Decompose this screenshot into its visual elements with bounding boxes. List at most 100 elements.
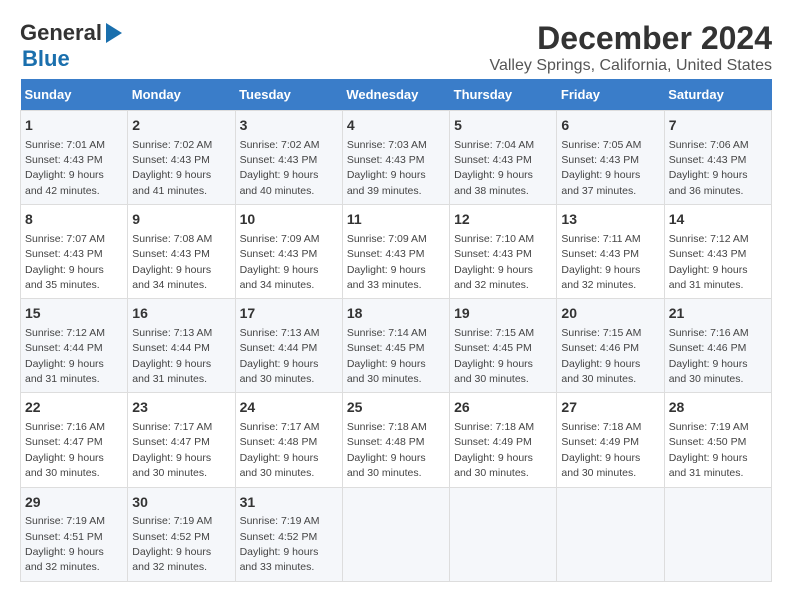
calendar-cell: 28 Sunrise: 7:19 AM Sunset: 4:50 PM Dayli… — [664, 393, 771, 487]
day-detail: Sunrise: 7:19 AM Sunset: 4:52 PM Dayligh… — [240, 515, 320, 573]
day-detail: Sunrise: 7:13 AM Sunset: 4:44 PM Dayligh… — [240, 327, 320, 385]
day-number: 13 — [561, 210, 659, 230]
calendar-week-row: 8Sunrise: 7:07 AM Sunset: 4:43 PM Daylig… — [21, 205, 772, 299]
calendar-week-row: 29Sunrise: 7:19 AM Sunset: 4:51 PM Dayli… — [21, 487, 772, 581]
calendar-week-row: 1Sunrise: 7:01 AM Sunset: 4:43 PM Daylig… — [21, 111, 772, 205]
day-detail: Sunrise: 7:16 AM Sunset: 4:47 PM Dayligh… — [25, 421, 105, 479]
day-detail: Sunrise: 7:08 AM Sunset: 4:43 PM Dayligh… — [132, 233, 212, 291]
calendar-cell: 18Sunrise: 7:14 AM Sunset: 4:45 PM Dayli… — [342, 299, 449, 393]
day-detail: Sunrise: 7:09 AM Sunset: 4:43 PM Dayligh… — [240, 233, 320, 291]
calendar-cell: 22Sunrise: 7:16 AM Sunset: 4:47 PM Dayli… — [21, 393, 128, 487]
day-detail: Sunrise: 7:15 AM Sunset: 4:46 PM Dayligh… — [561, 327, 641, 385]
day-number: 24 — [240, 398, 338, 418]
day-detail: Sunrise: 7:15 AM Sunset: 4:45 PM Dayligh… — [454, 327, 534, 385]
day-detail: Sunrise: 7:02 AM Sunset: 4:43 PM Dayligh… — [240, 139, 320, 197]
day-number: 6 — [561, 116, 659, 136]
day-number: 16 — [132, 304, 230, 324]
day-detail: Sunrise: 7:11 AM Sunset: 4:43 PM Dayligh… — [561, 233, 640, 291]
calendar-cell: 13 Sunrise: 7:11 AM Sunset: 4:43 PM Dayli… — [557, 205, 664, 299]
day-number: 14 — [669, 210, 767, 230]
logo-blue-text: Blue — [22, 46, 70, 71]
day-number: 19 — [454, 304, 552, 324]
calendar-cell: 14Sunrise: 7:12 AM Sunset: 4:43 PM Dayli… — [664, 205, 771, 299]
day-number: 27 — [561, 398, 659, 418]
day-number: 23 — [132, 398, 230, 418]
calendar-table: SundayMondayTuesdayWednesdayThursdayFrid… — [20, 79, 772, 582]
day-detail: Sunrise: 7:13 AM Sunset: 4:44 PM Dayligh… — [132, 327, 212, 385]
calendar-cell: 30Sunrise: 7:19 AM Sunset: 4:52 PM Dayli… — [128, 487, 235, 581]
calendar-header-tuesday: Tuesday — [235, 79, 342, 111]
day-number: 20 — [561, 304, 659, 324]
calendar-cell: 21 Sunrise: 7:16 AM Sunset: 4:46 PM Dayli… — [664, 299, 771, 393]
day-number: 10 — [240, 210, 338, 230]
day-number: 11 — [347, 210, 445, 230]
calendar-cell: 16 Sunrise: 7:13 AM Sunset: 4:44 PM Dayli… — [128, 299, 235, 393]
calendar-cell: 23 Sunrise: 7:17 AM Sunset: 4:47 PM Dayli… — [128, 393, 235, 487]
calendar-cell: 7Sunrise: 7:06 AM Sunset: 4:43 PM Daylig… — [664, 111, 771, 205]
page-title: December 2024 — [489, 20, 772, 57]
day-detail: Sunrise: 7:12 AM Sunset: 4:44 PM Dayligh… — [25, 327, 105, 385]
day-detail: Sunrise: 7:04 AM Sunset: 4:43 PM Dayligh… — [454, 139, 534, 197]
day-detail: Sunrise: 7:03 AM Sunset: 4:43 PM Dayligh… — [347, 139, 427, 197]
day-number: 17 — [240, 304, 338, 324]
page-subtitle: Valley Springs, California, United State… — [489, 57, 772, 75]
day-number: 15 — [25, 304, 123, 324]
calendar-cell — [557, 487, 664, 581]
day-number: 28 — [669, 398, 767, 418]
calendar-header-sunday: Sunday — [21, 79, 128, 111]
calendar-cell: 27 Sunrise: 7:18 AM Sunset: 4:49 PM Dayli… — [557, 393, 664, 487]
calendar-cell: 15 Sunrise: 7:12 AM Sunset: 4:44 PM Dayli… — [21, 299, 128, 393]
calendar-header-saturday: Saturday — [664, 79, 771, 111]
calendar-header-row: SundayMondayTuesdayWednesdayThursdayFrid… — [21, 79, 772, 111]
day-detail: Sunrise: 7:19 AM Sunset: 4:50 PM Dayligh… — [669, 421, 749, 479]
calendar-cell: 5 Sunrise: 7:04 AM Sunset: 4:43 PM Daylig… — [450, 111, 557, 205]
day-detail: Sunrise: 7:05 AM Sunset: 4:43 PM Dayligh… — [561, 139, 641, 197]
calendar-header-monday: Monday — [128, 79, 235, 111]
day-detail: Sunrise: 7:16 AM Sunset: 4:46 PM Dayligh… — [669, 327, 749, 385]
day-detail: Sunrise: 7:17 AM Sunset: 4:47 PM Dayligh… — [132, 421, 212, 479]
day-detail: Sunrise: 7:09 AM Sunset: 4:43 PM Dayligh… — [347, 233, 427, 291]
logo: General Blue — [20, 20, 122, 72]
calendar-cell: 10 Sunrise: 7:09 AM Sunset: 4:43 PM Dayli… — [235, 205, 342, 299]
day-detail: Sunrise: 7:19 AM Sunset: 4:52 PM Dayligh… — [132, 515, 212, 573]
day-detail: Sunrise: 7:06 AM Sunset: 4:43 PM Dayligh… — [669, 139, 749, 197]
day-number: 25 — [347, 398, 445, 418]
calendar-header-wednesday: Wednesday — [342, 79, 449, 111]
calendar-cell — [450, 487, 557, 581]
day-number: 3 — [240, 116, 338, 136]
calendar-cell: 31Sunrise: 7:19 AM Sunset: 4:52 PM Dayli… — [235, 487, 342, 581]
day-number: 2 — [132, 116, 230, 136]
day-number: 12 — [454, 210, 552, 230]
calendar-cell: 12 Sunrise: 7:10 AM Sunset: 4:43 PM Dayli… — [450, 205, 557, 299]
calendar-week-row: 22Sunrise: 7:16 AM Sunset: 4:47 PM Dayli… — [21, 393, 772, 487]
day-detail: Sunrise: 7:10 AM Sunset: 4:43 PM Dayligh… — [454, 233, 534, 291]
title-block: December 2024 Valley Springs, California… — [489, 20, 772, 75]
calendar-cell: 24 Sunrise: 7:17 AM Sunset: 4:48 PM Dayli… — [235, 393, 342, 487]
day-number: 4 — [347, 116, 445, 136]
calendar-cell: 29Sunrise: 7:19 AM Sunset: 4:51 PM Dayli… — [21, 487, 128, 581]
calendar-week-row: 15 Sunrise: 7:12 AM Sunset: 4:44 PM Dayli… — [21, 299, 772, 393]
day-detail: Sunrise: 7:18 AM Sunset: 4:49 PM Dayligh… — [561, 421, 641, 479]
day-detail: Sunrise: 7:02 AM Sunset: 4:43 PM Dayligh… — [132, 139, 212, 197]
day-number: 31 — [240, 493, 338, 513]
logo-arrow-icon — [106, 23, 122, 43]
calendar-cell: 6 Sunrise: 7:05 AM Sunset: 4:43 PM Daylig… — [557, 111, 664, 205]
day-detail: Sunrise: 7:18 AM Sunset: 4:49 PM Dayligh… — [454, 421, 534, 479]
day-detail: Sunrise: 7:07 AM Sunset: 4:43 PM Dayligh… — [25, 233, 105, 291]
day-detail: Sunrise: 7:18 AM Sunset: 4:48 PM Dayligh… — [347, 421, 427, 479]
day-detail: Sunrise: 7:17 AM Sunset: 4:48 PM Dayligh… — [240, 421, 320, 479]
day-detail: Sunrise: 7:19 AM Sunset: 4:51 PM Dayligh… — [25, 515, 105, 573]
calendar-cell — [664, 487, 771, 581]
calendar-cell: 11 Sunrise: 7:09 AM Sunset: 4:43 PM Dayli… — [342, 205, 449, 299]
day-detail: Sunrise: 7:14 AM Sunset: 4:45 PM Dayligh… — [347, 327, 427, 385]
calendar-body: 1Sunrise: 7:01 AM Sunset: 4:43 PM Daylig… — [21, 111, 772, 582]
day-number: 1 — [25, 116, 123, 136]
day-number: 5 — [454, 116, 552, 136]
logo-text: General — [20, 20, 102, 46]
calendar-cell: 9Sunrise: 7:08 AM Sunset: 4:43 PM Daylig… — [128, 205, 235, 299]
day-number: 26 — [454, 398, 552, 418]
calendar-header-friday: Friday — [557, 79, 664, 111]
day-number: 21 — [669, 304, 767, 324]
calendar-cell: 8Sunrise: 7:07 AM Sunset: 4:43 PM Daylig… — [21, 205, 128, 299]
calendar-cell: 2 Sunrise: 7:02 AM Sunset: 4:43 PM Daylig… — [128, 111, 235, 205]
